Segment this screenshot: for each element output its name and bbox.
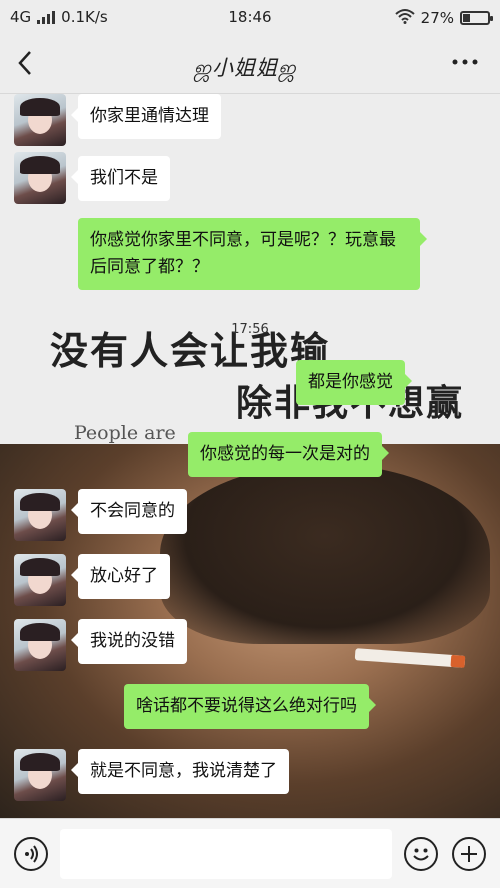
message-bubble[interactable]: 啥话都不要说得这么绝对行吗 xyxy=(124,684,376,729)
voice-icon[interactable] xyxy=(14,837,48,871)
chevron-left-icon[interactable] xyxy=(12,48,42,78)
avatar[interactable] xyxy=(14,619,66,671)
status-bar: 4G 0.1K/s 18:46 27% xyxy=(0,0,500,36)
battery-fill xyxy=(463,14,471,22)
emoji-icon[interactable] xyxy=(404,837,438,871)
plus-icon[interactable] xyxy=(452,837,486,871)
message-bubble[interactable]: 你感觉你家里不同意，可是呢？？玩意最后同意了都？？ xyxy=(78,218,427,290)
message-bubble[interactable]: 放心好了 xyxy=(71,554,170,599)
message-bubble[interactable]: 你感觉的每一次是对的 xyxy=(188,432,389,477)
status-right: 27% xyxy=(394,8,493,28)
chat-title: ஜ小姐姐ஜ xyxy=(193,56,297,80)
wifi-icon xyxy=(394,8,415,28)
avatar[interactable] xyxy=(14,94,66,146)
message-bubble[interactable]: 我们不是 xyxy=(71,156,170,201)
battery-icon xyxy=(460,11,493,25)
chat-area[interactable]: 没有人会让我输 除非我不想赢 People are 17:56 你家里通情达理 … xyxy=(0,94,500,818)
message-bubble[interactable]: 不会同意的 xyxy=(71,489,187,534)
message-bubble[interactable]: 你家里通情达理 xyxy=(71,94,221,139)
message-timestamp: 17:56 xyxy=(231,322,269,337)
avatar[interactable] xyxy=(14,152,66,204)
poster-line-3: People are xyxy=(74,422,176,444)
photo-cigarette xyxy=(354,648,466,668)
more-dots-icon[interactable] xyxy=(452,50,478,72)
avatar[interactable] xyxy=(14,749,66,801)
battery-percent: 27% xyxy=(420,9,454,27)
message-bubble[interactable]: 都是你感觉 xyxy=(296,360,412,405)
avatar[interactable] xyxy=(14,489,66,541)
message-bubble[interactable]: 我说的没错 xyxy=(71,619,187,664)
message-bubble[interactable]: 就是不同意，我说清楚了 xyxy=(71,749,289,794)
composer-bar xyxy=(0,818,500,888)
avatar[interactable] xyxy=(14,554,66,606)
title-bar: ஜ小姐姐ஜ xyxy=(0,36,500,94)
message-input[interactable] xyxy=(60,829,392,879)
photo-hair xyxy=(160,464,490,644)
